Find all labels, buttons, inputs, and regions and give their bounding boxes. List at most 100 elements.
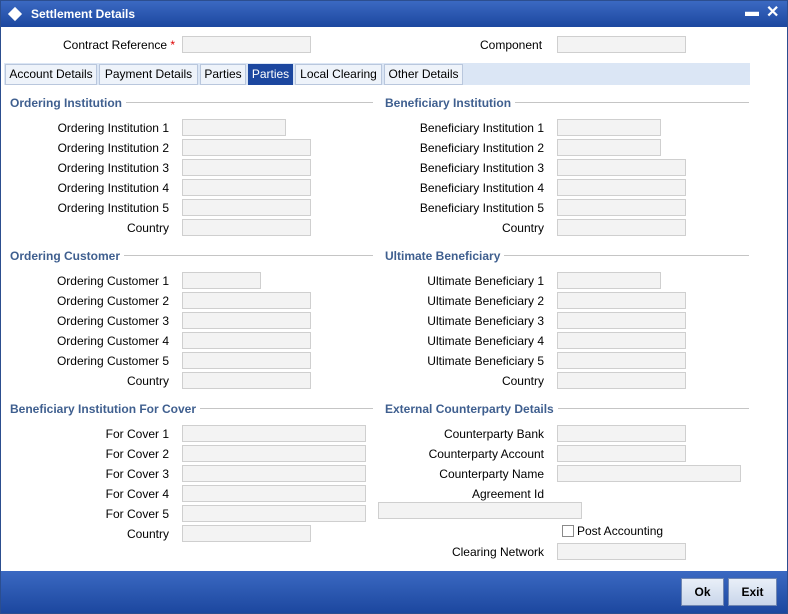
tab-parties-1[interactable]: Parties: [200, 64, 246, 85]
counterparty-account-label: Counterparty Account: [428, 447, 544, 461]
contract-reference-label-text: Contract Reference: [63, 38, 168, 52]
ordering-customer-title: Ordering Customer: [10, 249, 125, 263]
ordering-customer-3-input[interactable]: [182, 312, 311, 329]
counterparty-bank-input[interactable]: [557, 425, 686, 442]
tab-account-details[interactable]: Account Details: [5, 64, 97, 85]
ordering-institution-3-label: Ordering Institution 3: [57, 161, 169, 175]
component-label: Component: [480, 38, 543, 52]
ultimate-beneficiary-1-label: Ultimate Beneficiary 1: [427, 274, 544, 288]
ultimate-beneficiary-5-label: Ultimate Beneficiary 5: [427, 354, 544, 368]
agreement-id-input[interactable]: [378, 502, 582, 519]
tab-bar: Account Details Payment Details Parties …: [4, 63, 750, 85]
minimize-icon[interactable]: ▬: [745, 3, 759, 19]
counterparty-name-label: Counterparty Name: [439, 467, 544, 481]
ordering-customer-3-label: Ordering Customer 3: [56, 314, 169, 328]
external-counterparty-title: External Counterparty Details: [385, 402, 558, 416]
clearing-network-input[interactable]: [557, 543, 686, 560]
for-cover-2-label: For Cover 2: [105, 447, 169, 461]
for-cover-4-label: For Cover 4: [105, 487, 169, 501]
ultimate-beneficiary-title: Ultimate Beneficiary: [385, 249, 505, 263]
required-mark: *: [170, 38, 176, 52]
ultimate-beneficiary-5-input[interactable]: [557, 352, 686, 369]
for-cover-5-label: For Cover 5: [105, 507, 169, 521]
for-cover-4-input[interactable]: [182, 485, 366, 502]
footer-bar: Ok Exit: [1, 571, 787, 613]
for-cover-country-label: Country: [126, 527, 169, 541]
tab-other-details[interactable]: Other Details: [384, 64, 463, 85]
content-area: Contract Reference * Component Account D…: [1, 27, 787, 571]
for-cover-1-input[interactable]: [182, 425, 366, 442]
beneficiary-institution-4-label: Beneficiary Institution 4: [419, 181, 544, 195]
ordering-customer-4-input[interactable]: [182, 332, 311, 349]
counterparty-bank-label: Counterparty Bank: [443, 427, 544, 441]
ordering-customer-5-input[interactable]: [182, 352, 311, 369]
tab-payment-details[interactable]: Payment Details: [99, 64, 198, 85]
agreement-id-label: Agreement Id: [471, 487, 544, 501]
ultimate-beneficiary-country-label: Country: [501, 374, 544, 388]
ultimate-beneficiary-country-input[interactable]: [557, 372, 686, 389]
ordering-customer-country-label: Country: [126, 374, 169, 388]
settlement-details-window: Settlement Details ▬ ✕ Contract Referenc…: [0, 0, 788, 614]
ordering-institution-3-input[interactable]: [182, 159, 311, 176]
ordering-customer-5-label: Ordering Customer 5: [56, 354, 169, 368]
ordering-institution-2-input[interactable]: [182, 139, 311, 156]
beneficiary-institution-country-label: Country: [501, 221, 544, 235]
for-cover-2-input[interactable]: [182, 445, 366, 462]
ordering-institution-1-input[interactable]: [182, 119, 286, 136]
counterparty-account-input[interactable]: [557, 445, 686, 462]
ordering-institution-5-label: Ordering Institution 5: [57, 201, 169, 215]
beneficiary-institution-1-input[interactable]: [557, 119, 661, 136]
for-cover-1-label: For Cover 1: [105, 427, 169, 441]
for-cover-3-label: For Cover 3: [105, 467, 169, 481]
beneficiary-institution-4-input[interactable]: [557, 179, 686, 196]
ordering-institution-1-label: Ordering Institution 1: [57, 121, 169, 135]
beneficiary-institution-2-input[interactable]: [557, 139, 661, 156]
beneficiary-institution-country-input[interactable]: [557, 219, 686, 236]
beneficiary-institution-title: Beneficiary Institution: [385, 96, 516, 110]
ultimate-beneficiary-4-label: Ultimate Beneficiary 4: [427, 334, 544, 348]
ordering-customer-1-label: Ordering Customer 1: [56, 274, 169, 288]
tab-parties-2[interactable]: Parties: [248, 64, 293, 85]
ultimate-beneficiary-3-label: Ultimate Beneficiary 3: [427, 314, 544, 328]
ordering-institution-title: Ordering Institution: [10, 96, 126, 110]
ordering-institution-4-label: Ordering Institution 4: [57, 181, 169, 195]
ordering-institution-4-input[interactable]: [182, 179, 311, 196]
for-cover-3-input[interactable]: [182, 465, 366, 482]
close-icon[interactable]: ✕: [766, 2, 779, 22]
for-cover-country-input[interactable]: [182, 525, 311, 542]
ok-button[interactable]: Ok: [681, 578, 724, 606]
exit-button[interactable]: Exit: [728, 578, 777, 606]
ordering-customer-2-label: Ordering Customer 2: [56, 294, 169, 308]
ultimate-beneficiary-4-input[interactable]: [557, 332, 686, 349]
ordering-institution-country-label: Country: [126, 221, 169, 235]
contract-reference-input[interactable]: [182, 36, 311, 53]
post-accounting-label: Post Accounting: [577, 524, 664, 538]
ultimate-beneficiary-2-label: Ultimate Beneficiary 2: [427, 294, 544, 308]
app-diamond-icon: [7, 6, 23, 22]
counterparty-name-input[interactable]: [557, 465, 741, 482]
ordering-customer-country-input[interactable]: [182, 372, 311, 389]
for-cover-5-input[interactable]: [182, 505, 366, 522]
cover-title: Beneficiary Institution For Cover: [10, 402, 201, 416]
clearing-network-label: Clearing Network: [451, 545, 544, 559]
beneficiary-institution-1-label: Beneficiary Institution 1: [419, 121, 544, 135]
beneficiary-institution-5-input[interactable]: [557, 199, 686, 216]
component-input[interactable]: [557, 36, 686, 53]
contract-reference-label: Contract Reference *: [63, 38, 175, 52]
beneficiary-institution-3-input[interactable]: [557, 159, 686, 176]
window-title: Settlement Details: [31, 7, 136, 21]
ordering-institution-country-input[interactable]: [182, 219, 311, 236]
ordering-institution-5-input[interactable]: [182, 199, 311, 216]
beneficiary-institution-2-label: Beneficiary Institution 2: [419, 141, 544, 155]
ordering-customer-1-input[interactable]: [182, 272, 261, 289]
beneficiary-institution-3-label: Beneficiary Institution 3: [419, 161, 544, 175]
ultimate-beneficiary-2-input[interactable]: [557, 292, 686, 309]
beneficiary-institution-5-label: Beneficiary Institution 5: [419, 201, 544, 215]
ordering-customer-2-input[interactable]: [182, 292, 311, 309]
ordering-customer-4-label: Ordering Customer 4: [56, 334, 169, 348]
ultimate-beneficiary-3-input[interactable]: [557, 312, 686, 329]
post-accounting-checkbox[interactable]: [562, 525, 574, 537]
tab-local-clearing[interactable]: Local Clearing: [295, 64, 382, 85]
ultimate-beneficiary-1-input[interactable]: [557, 272, 661, 289]
ordering-institution-2-label: Ordering Institution 2: [57, 141, 169, 155]
